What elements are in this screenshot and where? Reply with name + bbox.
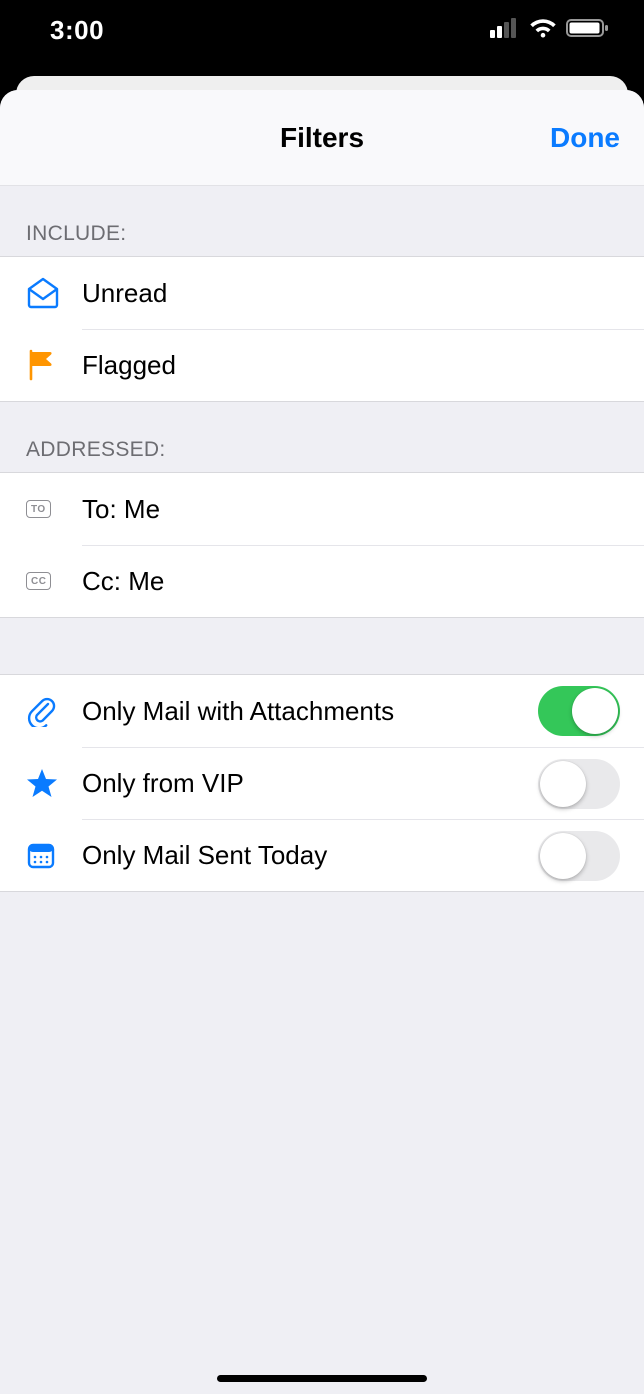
toggle-vip[interactable]: [538, 759, 620, 809]
unread-icon: [26, 277, 82, 309]
group-include: Unread Flagged: [0, 256, 644, 402]
row-today: Only Mail Sent Today: [0, 819, 644, 891]
row-vip: Only from VIP: [0, 747, 644, 819]
row-label: Cc: Me: [82, 566, 164, 597]
row-label: To: Me: [82, 494, 160, 525]
paperclip-icon: [26, 695, 82, 727]
calendar-icon: [26, 840, 82, 870]
row-label: Only from VIP: [82, 768, 244, 799]
row-cc-me[interactable]: CC Cc: Me: [0, 545, 644, 617]
toggle-attachments[interactable]: [538, 686, 620, 736]
home-indicator: [217, 1375, 427, 1382]
row-to-me[interactable]: TO To: Me: [0, 473, 644, 545]
toggle-today[interactable]: [538, 831, 620, 881]
filters-sheet: Filters Done INCLUDE: Unread: [0, 90, 644, 1394]
group-addressed: TO To: Me CC Cc: Me: [0, 472, 644, 618]
cc-badge-icon: CC: [26, 572, 82, 590]
to-badge-icon: TO: [26, 500, 82, 518]
status-time: 3:00: [50, 15, 104, 46]
row-label: Flagged: [82, 350, 176, 381]
done-button[interactable]: Done: [550, 90, 620, 185]
battery-icon: [566, 17, 610, 44]
row-attachments: Only Mail with Attachments: [0, 675, 644, 747]
nav-bar: Filters Done: [0, 90, 644, 186]
wifi-icon: [528, 17, 558, 44]
row-unread[interactable]: Unread: [0, 257, 644, 329]
flag-icon: [26, 349, 82, 381]
group-options: Only Mail with Attachments Only from VIP: [0, 674, 644, 892]
row-label: Only Mail Sent Today: [82, 840, 327, 871]
page-title: Filters: [0, 90, 644, 185]
cellular-icon: [490, 18, 520, 43]
section-header-addressed: ADDRESSED:: [0, 402, 644, 472]
row-flagged[interactable]: Flagged: [0, 329, 644, 401]
section-header-include: INCLUDE:: [0, 186, 644, 256]
star-icon: [26, 767, 82, 799]
row-label: Unread: [82, 278, 167, 309]
row-label: Only Mail with Attachments: [82, 696, 394, 727]
status-bar: 3:00: [0, 0, 644, 60]
